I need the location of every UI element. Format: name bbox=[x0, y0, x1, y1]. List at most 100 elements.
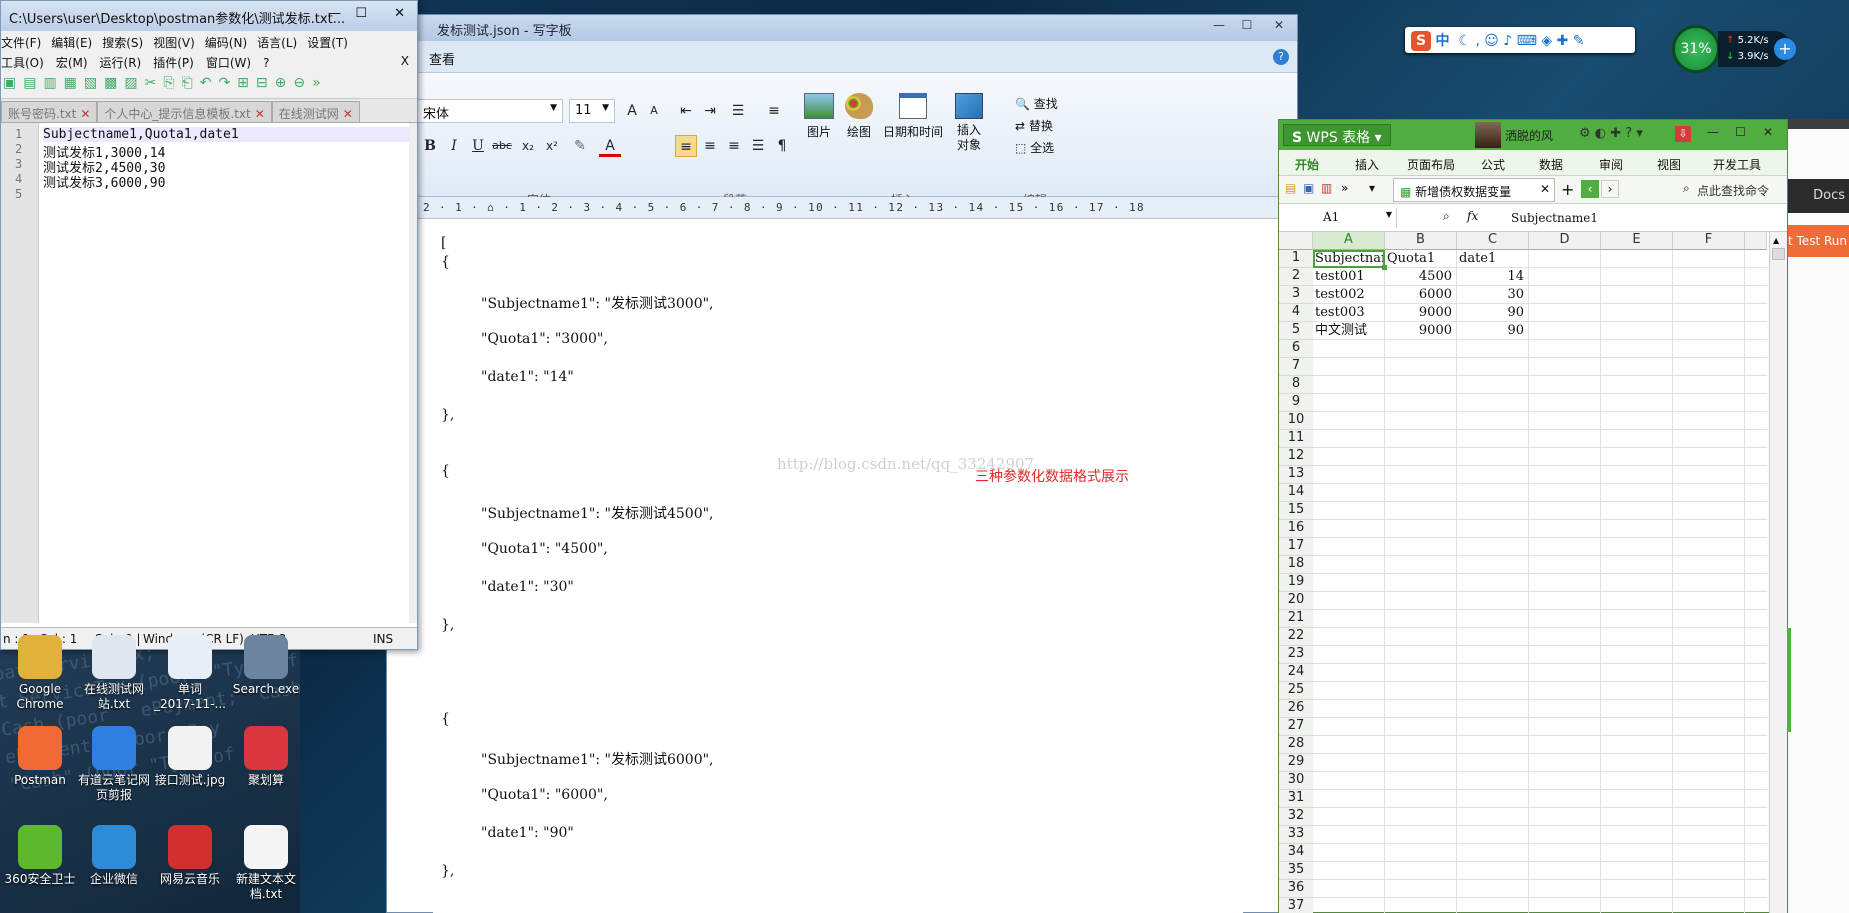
desktop-icon[interactable]: 网易云音乐 bbox=[150, 825, 230, 887]
grid-cell[interactable]: 90 bbox=[1457, 322, 1528, 340]
grow-font-icon[interactable]: A bbox=[621, 100, 643, 122]
shrink-font-icon[interactable]: A bbox=[643, 100, 665, 122]
desktop-icon[interactable]: 新建文本文 档.txt bbox=[226, 825, 306, 902]
save-icon[interactable]: ▣ bbox=[1303, 181, 1314, 195]
grid-cell[interactable]: 90 bbox=[1457, 304, 1528, 322]
doc-tab[interactable]: ▦ 新增债权数据变量 ✕ bbox=[1393, 178, 1555, 202]
grid-cell[interactable]: 9000 bbox=[1385, 322, 1456, 340]
notepad-scrollbar[interactable] bbox=[409, 123, 417, 623]
row-header[interactable]: 11 bbox=[1279, 430, 1313, 448]
tab-close-icon[interactable]: ✕ bbox=[255, 107, 265, 121]
font-size-select[interactable]: 11 ▼ bbox=[569, 99, 615, 123]
maximize-button[interactable]: ☐ bbox=[1235, 18, 1259, 36]
command-search[interactable]: 点此查找命令 bbox=[1697, 182, 1769, 199]
open-icon[interactable]: ▤ bbox=[1285, 181, 1296, 195]
row-header[interactable]: 10 bbox=[1279, 412, 1313, 430]
wps-close-button[interactable]: ✕ bbox=[1763, 125, 1773, 139]
notepad-close-button[interactable]: ✕ bbox=[394, 6, 405, 21]
underline-icon[interactable]: U bbox=[467, 135, 489, 157]
ime-toolbar[interactable]: S 中 ☾ ‚ ☺ ♪ ⌨ ◈ ✚ ✎ bbox=[1405, 27, 1635, 53]
row-header[interactable]: 18 bbox=[1279, 556, 1313, 574]
active-cell-handle[interactable] bbox=[1382, 265, 1387, 270]
row-header[interactable]: 12 bbox=[1279, 448, 1313, 466]
vertical-scrollbar[interactable]: ▲ bbox=[1769, 232, 1787, 913]
row-header[interactable]: 30 bbox=[1279, 772, 1313, 790]
notepad-close-doc-button[interactable]: X bbox=[401, 54, 409, 68]
new-tab-icon[interactable]: + bbox=[1561, 180, 1574, 199]
highlight-icon[interactable]: ✎ bbox=[569, 135, 591, 157]
row-header[interactable]: 16 bbox=[1279, 520, 1313, 538]
notepad-text-area[interactable]: Subjectname1,Quota1,date1 测试发标1,3000,14 测试… bbox=[41, 123, 411, 623]
row-header[interactable]: 20 bbox=[1279, 592, 1313, 610]
bold-icon[interactable]: B bbox=[419, 135, 441, 157]
notepad-tab[interactable]: 个人中心_提示信息模板.txt ✕ bbox=[97, 101, 272, 122]
row-header[interactable]: 2 bbox=[1279, 268, 1313, 286]
column-header[interactable]: B bbox=[1385, 232, 1457, 250]
row-header[interactable]: 35 bbox=[1279, 862, 1313, 880]
grid-cell[interactable]: test003 bbox=[1313, 304, 1384, 322]
scroll-thumb[interactable] bbox=[1772, 248, 1785, 260]
search-icon[interactable]: ⌕ bbox=[1683, 181, 1690, 196]
strikethrough-icon[interactable]: abc bbox=[491, 135, 513, 157]
fx-icon[interactable]: fx bbox=[1467, 209, 1478, 223]
menu-view[interactable]: 查看 bbox=[429, 49, 455, 68]
tab-close-icon[interactable]: ✕ bbox=[343, 107, 353, 121]
align-center-icon[interactable]: ≡ bbox=[699, 135, 721, 157]
spreadsheet-grid[interactable]: A B C D E F 1 2 3 4 5 6 7 8 9 10 11 12 13 14 15 16 17 18 19 20 21 2… bbox=[1279, 232, 1767, 913]
font-name-select[interactable]: 宋体 ▼ bbox=[417, 99, 563, 123]
align-right-icon[interactable]: ≡ bbox=[723, 135, 745, 157]
notepad-menu-item[interactable]: 视图(V) bbox=[153, 34, 195, 51]
notepad-menu-item[interactable]: 工具(O) bbox=[1, 54, 44, 71]
row-header[interactable]: 31 bbox=[1279, 790, 1313, 808]
insert-picture-button[interactable]: 图片 bbox=[799, 93, 839, 140]
desktop-icon[interactable]: Search.exe bbox=[226, 635, 306, 697]
row-header[interactable]: 25 bbox=[1279, 682, 1313, 700]
desktop-icon[interactable]: 聚划算 bbox=[226, 726, 306, 788]
row-header[interactable]: 15 bbox=[1279, 502, 1313, 520]
row-header[interactable]: 3 bbox=[1279, 286, 1313, 304]
grid-cell[interactable]: Quota1 bbox=[1385, 250, 1456, 268]
row-header[interactable]: 4 bbox=[1279, 304, 1313, 322]
font-color-icon[interactable]: A bbox=[599, 135, 621, 157]
grid-cell[interactable]: 30 bbox=[1457, 286, 1528, 304]
grid-cell[interactable]: test001 bbox=[1313, 268, 1384, 286]
line-spacing-icon[interactable]: ≡ bbox=[763, 100, 785, 122]
wps-min-button[interactable]: — bbox=[1707, 125, 1719, 139]
increase-indent-icon[interactable]: ⇥ bbox=[699, 100, 721, 122]
grid-cell[interactable]: test002 bbox=[1313, 286, 1384, 304]
insert-object-button[interactable]: 插入 对象 bbox=[949, 93, 989, 153]
ruler[interactable]: 2 · 1 · ⌂ · 1 · 2 · 3 · 4 · 5 · 6 · 7 · … bbox=[387, 197, 1297, 219]
row-header[interactable]: 27 bbox=[1279, 718, 1313, 736]
formula-input[interactable]: Subjectname1 bbox=[1511, 211, 1598, 225]
row-header[interactable]: 23 bbox=[1279, 646, 1313, 664]
speed-plus-icon[interactable]: + bbox=[1774, 38, 1796, 60]
zoom-icon[interactable]: ⌕ bbox=[1443, 209, 1450, 224]
notepad-menu-item[interactable]: 语言(L) bbox=[257, 34, 297, 51]
wps-download-icon[interactable]: ⇩ bbox=[1675, 126, 1691, 142]
row-header[interactable]: 22 bbox=[1279, 628, 1313, 646]
row-header[interactable]: 21 bbox=[1279, 610, 1313, 628]
subscript-icon[interactable]: x₂ bbox=[517, 135, 539, 157]
ime-tool-icons[interactable]: ☾ ‚ ☺ ♪ ⌨ ◈ ✚ ✎ bbox=[1454, 33, 1584, 49]
column-header[interactable]: E bbox=[1601, 232, 1673, 250]
desktop-icon[interactable]: 在线测试网 站.txt bbox=[74, 635, 154, 712]
document-page[interactable]: [{"Subjectname1": "发标测试3000", "Quota1": "… bbox=[433, 219, 1243, 913]
select-all-button[interactable]: ⬚ 全选 bbox=[1015, 139, 1054, 156]
doc-tab-close-icon[interactable]: ✕ bbox=[1540, 182, 1550, 196]
notepad-menu-item[interactable]: 设置(T) bbox=[307, 34, 348, 51]
row-header[interactable]: 6 bbox=[1279, 340, 1313, 358]
column-header[interactable]: C bbox=[1457, 232, 1529, 250]
notepad-menu-item[interactable]: 文件(F) bbox=[1, 34, 41, 51]
dropdown-icon[interactable]: ▾ bbox=[1369, 181, 1375, 195]
ribbon-tab[interactable]: 插入 bbox=[1355, 156, 1379, 173]
ribbon-tab[interactable]: 开发工具 bbox=[1713, 156, 1761, 173]
replace-button[interactable]: ⇄ 替换 bbox=[1015, 117, 1053, 134]
insert-drawing-button[interactable]: 绘图 bbox=[841, 93, 877, 140]
row-header[interactable]: 33 bbox=[1279, 826, 1313, 844]
bullets-icon[interactable]: ☰ bbox=[727, 100, 749, 122]
grid-cell[interactable]: 9000 bbox=[1385, 304, 1456, 322]
desktop-icon[interactable]: 接口测试.jpg bbox=[150, 726, 230, 788]
notepad-menu-item[interactable]: 运行(R) bbox=[100, 54, 142, 71]
desktop-icon[interactable]: Google Chrome bbox=[0, 635, 80, 712]
ime-mode-label[interactable]: 中 bbox=[1435, 33, 1449, 49]
